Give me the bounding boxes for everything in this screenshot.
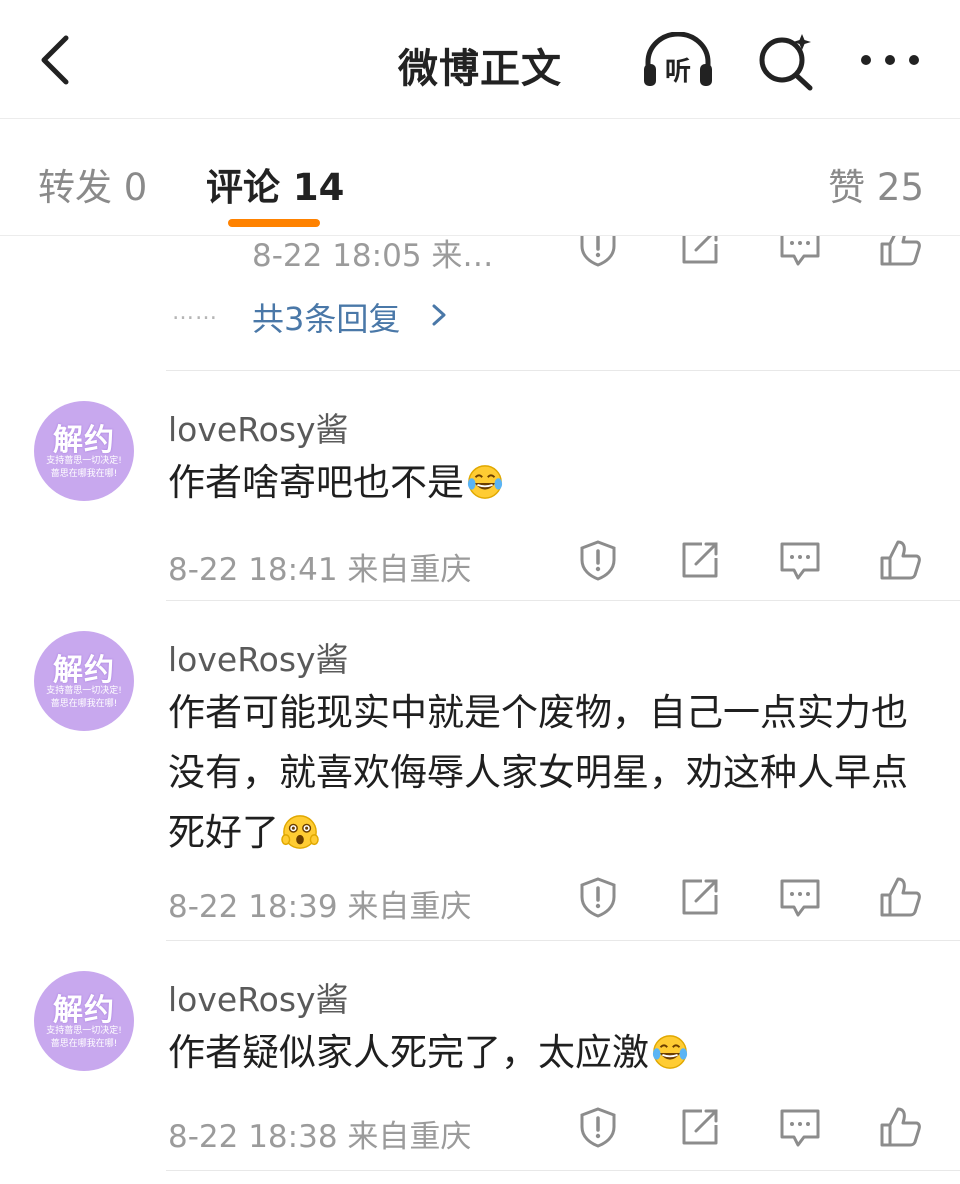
comment-meta-row: 8-22 18:41 来自重庆 (168, 538, 960, 588)
comment-meta-row: 8-22 18:39 来自重庆 (168, 875, 960, 925)
avatar[interactable]: 解约 支持蔷思一切决定! 蔷思在哪我在哪! (34, 401, 134, 501)
comment-text-content: 作者啥寄吧也不是 (168, 461, 464, 504)
username[interactable]: loveRosy酱 (168, 633, 349, 681)
avatar-main-text: 解约 (53, 653, 115, 688)
reply-dots: …… (172, 300, 218, 325)
comment-icon (780, 236, 820, 266)
report-button[interactable] (576, 1105, 620, 1149)
avatar[interactable]: 解约 支持蔷思一切决定! 蔷思在哪我在哪! (34, 971, 134, 1071)
like-button[interactable] (878, 1105, 922, 1149)
username[interactable]: loveRosy酱 (168, 403, 349, 451)
comment-text-content: 作者可能现实中就是个废物，自己一点实力也没有，就喜欢侮辱人家女明星，劝这种人早点… (168, 691, 908, 854)
comment-text: 作者可能现实中就是个废物，自己一点实力也没有，就喜欢侮辱人家女明星，劝这种人早点… (168, 683, 938, 863)
tab-bar: 转发 0 评论 14 赞 25 (0, 119, 960, 235)
like-button[interactable] (878, 538, 922, 582)
comment-icon (780, 879, 820, 917)
tab-comment[interactable]: 评论 14 (206, 157, 344, 211)
more-button[interactable] (858, 40, 922, 80)
comment-button[interactable] (778, 1105, 822, 1149)
replies-link[interactable]: 共3条回复 (252, 294, 400, 340)
search-button[interactable] (756, 30, 818, 92)
top-bar: 微博正文 听 (0, 0, 960, 118)
headphones-icon: 听 (644, 31, 712, 87)
comment-meta: 8-22 18:39 来自重庆 (168, 889, 472, 925)
comment-text-content: 作者疑似家人死完了，太应激 (168, 1031, 649, 1074)
more-icon (861, 55, 919, 65)
report-button[interactable] (576, 875, 620, 919)
comment-button[interactable] (778, 538, 822, 582)
thumbs-up-icon (880, 1107, 921, 1147)
tab-like[interactable]: 赞 25 (828, 157, 924, 211)
avatar-sub-text: 支持蔷思一切决定! (46, 686, 122, 696)
thumbs-up-icon (880, 540, 921, 580)
comment-icon (780, 1109, 820, 1147)
comment-text: 作者疑似家人死完了，太应激 (168, 1023, 938, 1083)
repost-button[interactable] (678, 236, 722, 268)
avatar-sub-text: 蔷思在哪我在哪! (50, 699, 118, 709)
laughing-tears-emoji-icon (467, 465, 503, 499)
comment-icon (780, 542, 820, 580)
report-button[interactable] (576, 236, 620, 268)
avatar-sub-text: 支持蔷思一切决定! (46, 1026, 122, 1036)
repost-button[interactable] (678, 538, 722, 582)
share-icon (682, 879, 718, 915)
comment-meta-row: 8-22 18:05 来… (252, 236, 960, 274)
avatar-sub-text: 支持蔷思一切决定! (46, 456, 122, 466)
comment-meta-row: 8-22 18:38 来自重庆 (168, 1105, 960, 1155)
active-tab-indicator (228, 219, 320, 227)
previous-comment-tail: 8-22 18:05 来… …… 共3条回复 (0, 236, 960, 371)
avatar-main-text: 解约 (53, 993, 115, 1028)
report-button[interactable] (576, 538, 620, 582)
share-icon (682, 1109, 718, 1145)
comment-item: 解约 支持蔷思一切决定! 蔷思在哪我在哪! loveRosy酱 作者疑似家人死完… (0, 941, 960, 1171)
laughing-tears-emoji-icon (652, 1035, 688, 1069)
shocked-emoji-icon (281, 815, 319, 849)
comment-button[interactable] (778, 875, 822, 919)
comment-item: 解约 支持蔷思一切决定! 蔷思在哪我在哪! loveRosy酱 作者啥寄吧也不是… (0, 371, 960, 601)
tab-repost[interactable]: 转发 0 (38, 157, 147, 211)
chevron-right-icon (432, 304, 446, 326)
view-replies[interactable]: …… 共3条回复 (172, 292, 572, 338)
like-button[interactable] (878, 875, 922, 919)
comment-meta: 8-22 18:41 来自重庆 (168, 552, 472, 588)
avatar-sub-text: 蔷思在哪我在哪! (50, 469, 118, 479)
username[interactable]: loveRosy酱 (168, 973, 349, 1021)
warning-shield-icon (580, 540, 616, 581)
avatar[interactable]: 解约 支持蔷思一切决定! 蔷思在哪我在哪! (34, 631, 134, 731)
comment-list[interactable]: 8-22 18:05 来… …… 共3条回复 解约 支持蔷思一切决定! 蔷思在哪… (0, 236, 960, 1184)
share-icon (682, 236, 718, 264)
warning-shield-icon (580, 1107, 616, 1148)
share-icon (682, 542, 718, 578)
thumbs-up-icon (880, 877, 921, 917)
avatar-main-text: 解约 (53, 423, 115, 458)
comment-item: 解约 支持蔷思一切决定! 蔷思在哪我在哪! loveRosy酱 作者可能现实中就… (0, 601, 960, 941)
repost-button[interactable] (678, 1105, 722, 1149)
comment-button[interactable] (778, 236, 822, 268)
comment-meta: 8-22 18:38 来自重庆 (168, 1119, 472, 1155)
listen-button[interactable]: 听 (640, 31, 716, 90)
like-button[interactable] (878, 236, 922, 268)
avatar-sub-text: 蔷思在哪我在哪! (50, 1039, 118, 1049)
listen-label: 听 (665, 57, 691, 87)
comment-text: 作者啥寄吧也不是 (168, 453, 938, 513)
comment-meta: 8-22 18:05 来… (252, 238, 494, 274)
comment-divider (166, 1170, 960, 1171)
thumbs-up-icon (880, 236, 921, 266)
warning-shield-icon (580, 877, 616, 918)
repost-button[interactable] (678, 875, 722, 919)
warning-shield-icon (580, 236, 616, 267)
search-icon (759, 34, 813, 91)
